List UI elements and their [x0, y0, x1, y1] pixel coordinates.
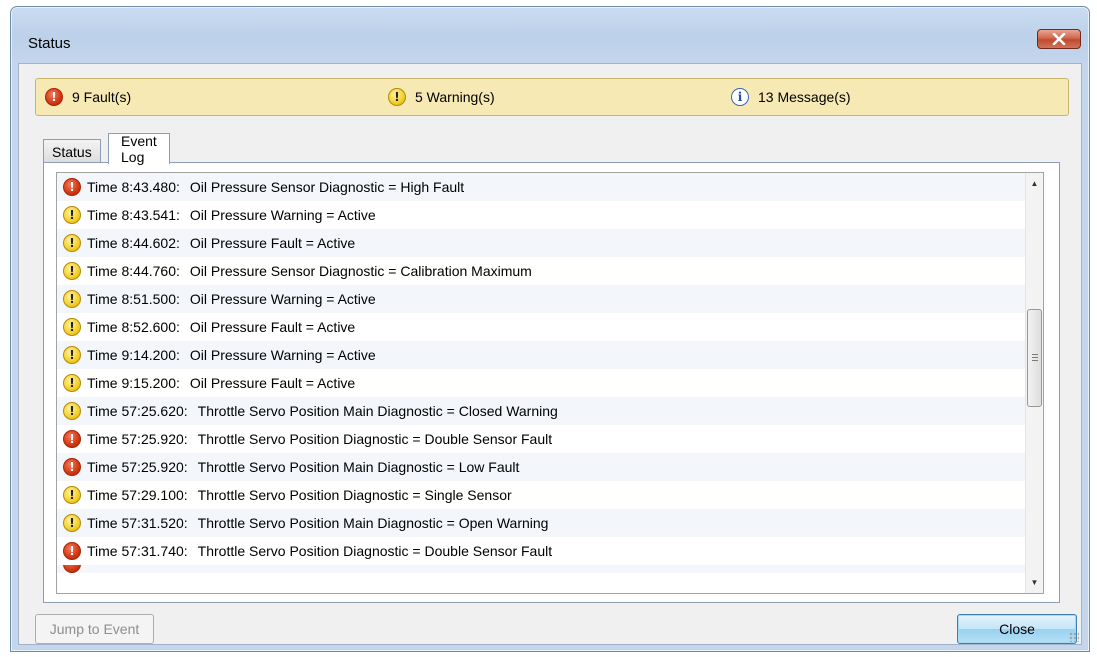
event-message: Oil Pressure Sensor Diagnostic = Calibra…	[189, 263, 532, 279]
warning-summary: ! 5 Warning(s)	[388, 88, 495, 106]
status-dialog: Status ! 9 Fault(s) ! 5 Warning(s) i 13 …	[10, 6, 1090, 652]
info-icon: i	[731, 88, 749, 106]
event-time: Time 8:43.541:	[87, 207, 180, 223]
dialog-title: Status	[28, 35, 71, 52]
event-time: Time 9:14.200:	[87, 347, 180, 363]
tab-status[interactable]: Status	[43, 139, 101, 163]
close-glyph	[1052, 33, 1066, 45]
fault-summary: ! 9 Fault(s)	[45, 88, 131, 106]
scroll-down-icon[interactable]: ▼	[1026, 574, 1043, 591]
fault-icon	[63, 565, 81, 573]
event-row[interactable]: ! Time 9:15.200: Oil Pressure Fault = Acti…	[57, 369, 1027, 397]
event-message: Oil Pressure Warning = Active	[189, 207, 376, 223]
close-button[interactable]: Close	[957, 614, 1077, 644]
dialog-client: ! 9 Fault(s) ! 5 Warning(s) i 13 Message…	[18, 63, 1082, 645]
close-x-icon[interactable]	[1037, 29, 1081, 49]
event-message: Throttle Servo Position Main Diagnostic …	[197, 459, 520, 475]
event-time: Time 57:31.520:	[87, 515, 188, 531]
event-log-panel: ! Time 8:43.480: Oil Pressure Sensor Diagn…	[43, 162, 1060, 603]
event-message: Oil Pressure Warning = Active	[189, 291, 376, 307]
warning-icon: !	[63, 514, 81, 532]
event-row[interactable]: ! Time 57:25.920: Throttle Servo Position …	[57, 453, 1027, 481]
warning-icon: !	[63, 318, 81, 336]
event-message: Throttle Servo Position Diagnostic = Dou…	[197, 431, 553, 447]
warning-count: 5 Warning(s)	[415, 89, 495, 105]
fault-count: 9 Fault(s)	[72, 89, 132, 105]
message-summary: i 13 Message(s)	[731, 88, 851, 106]
tab-event-log[interactable]: Event Log	[108, 133, 170, 165]
event-time: Time 8:44.760:	[87, 263, 180, 279]
fault-icon: !	[45, 88, 63, 106]
event-row[interactable]: ! Time 8:52.600: Oil Pressure Fault = Acti…	[57, 313, 1027, 341]
event-list[interactable]: ! Time 8:43.480: Oil Pressure Sensor Diagn…	[56, 172, 1044, 594]
event-message: Oil Pressure Sensor Diagnostic = High Fa…	[189, 179, 465, 195]
event-row[interactable]: ! Time 9:14.200: Oil Pressure Warning = Ac…	[57, 341, 1027, 369]
message-count: 13 Message(s)	[758, 89, 851, 105]
event-message: Throttle Servo Position Diagnostic = Dou…	[197, 543, 553, 559]
scroll-up-icon[interactable]: ▲	[1026, 175, 1043, 192]
event-time: Time 57:25.920:	[87, 459, 188, 475]
event-message: Throttle Servo Position Main Diagnostic …	[197, 403, 558, 419]
event-row[interactable]: ! Time 57:25.920: Throttle Servo Position …	[57, 425, 1027, 453]
jump-to-event-button[interactable]: Jump to Event	[35, 614, 154, 644]
event-time: Time 8:52.600:	[87, 319, 180, 335]
fault-icon: !	[63, 458, 81, 476]
warning-icon: !	[63, 234, 81, 252]
event-time: Time 57:31.740:	[87, 543, 188, 559]
event-row[interactable]: ! Time 57:31.740: Throttle Servo Position …	[57, 537, 1027, 565]
event-row[interactable]: ! Time 8:44.760: Oil Pressure Sensor Diagn…	[57, 257, 1027, 285]
event-message: Oil Pressure Fault = Active	[189, 235, 356, 251]
event-row[interactable]: ! Time 57:31.520: Throttle Servo Position …	[57, 509, 1027, 537]
event-message: Throttle Servo Position Diagnostic = Sin…	[197, 487, 512, 503]
event-message: Oil Pressure Fault = Active	[189, 375, 356, 391]
warning-icon: !	[63, 402, 81, 420]
warning-icon: !	[63, 486, 81, 504]
event-time: Time 57:25.920:	[87, 431, 188, 447]
event-time: Time 8:51.500:	[87, 291, 180, 307]
event-row[interactable]: ! Time 8:43.480: Oil Pressure Sensor Diagn…	[57, 173, 1027, 201]
warning-icon: !	[63, 346, 81, 364]
resize-grip-icon[interactable]	[1069, 632, 1079, 642]
grip-icon	[1032, 354, 1038, 362]
event-message: Throttle Servo Position Main Diagnostic …	[197, 515, 549, 531]
event-time: Time 8:43.480:	[87, 179, 180, 195]
event-message: Oil Pressure Warning = Active	[189, 347, 376, 363]
fault-icon: !	[63, 542, 81, 560]
warning-icon: !	[63, 206, 81, 224]
event-row-clipped	[57, 565, 1027, 573]
event-time: Time 9:15.200:	[87, 375, 180, 391]
event-time: Time 57:25.620:	[87, 403, 188, 419]
warning-icon: !	[63, 262, 81, 280]
scroll-thumb[interactable]	[1027, 309, 1042, 407]
event-rows: ! Time 8:43.480: Oil Pressure Sensor Diagn…	[57, 173, 1027, 573]
event-row[interactable]: ! Time 57:25.620: Throttle Servo Position …	[57, 397, 1027, 425]
warning-icon: !	[63, 290, 81, 308]
event-row[interactable]: ! Time 8:44.602: Oil Pressure Fault = Acti…	[57, 229, 1027, 257]
event-time: Time 57:29.100:	[87, 487, 188, 503]
event-message: Oil Pressure Fault = Active	[189, 319, 356, 335]
vertical-scrollbar[interactable]: ▲ ▼	[1025, 173, 1043, 593]
fault-icon: !	[63, 430, 81, 448]
warning-icon: !	[388, 88, 406, 106]
fault-icon: !	[63, 178, 81, 196]
status-summary-bar: ! 9 Fault(s) ! 5 Warning(s) i 13 Message…	[35, 78, 1069, 116]
event-row[interactable]: ! Time 8:43.541: Oil Pressure Warning = Ac…	[57, 201, 1027, 229]
event-time: Time 8:44.602:	[87, 235, 180, 251]
event-row[interactable]: ! Time 57:29.100: Throttle Servo Position …	[57, 481, 1027, 509]
event-row[interactable]: ! Time 8:51.500: Oil Pressure Warning = Ac…	[57, 285, 1027, 313]
warning-icon: !	[63, 374, 81, 392]
